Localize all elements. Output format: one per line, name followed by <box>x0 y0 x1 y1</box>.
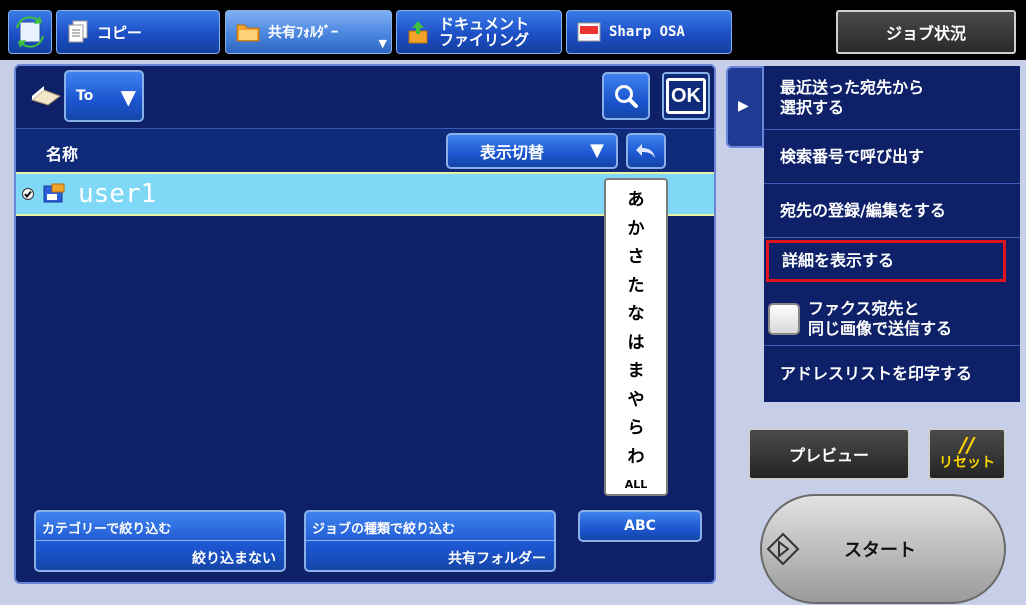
menu-item-label: 詳細を表示する <box>782 250 895 270</box>
checked-icon <box>22 188 34 200</box>
job-status-button[interactable]: ジョブ状況 <box>836 10 1016 54</box>
menu-item-label: 同じ画像で送信する <box>808 318 953 338</box>
menu-item-label: 検索番号で呼び出す <box>780 146 925 166</box>
job-type-filter-divider <box>306 540 554 541</box>
menu-item-recent-destinations[interactable]: 最近送った宛先から 選択する <box>764 66 1020 130</box>
kana-index-item[interactable]: な <box>628 300 645 329</box>
action-menu: ▶ 最近送った宛先から 選択する 検索番号で呼び出す 宛先の登録/編集をする 詳… <box>726 66 1020 402</box>
menu-item-fax-same-image[interactable]: ファクス宛先と 同じ画像で送信する <box>764 292 1020 346</box>
start-label: スタート <box>844 540 916 561</box>
job-type-filter-title: ジョブの種類で絞り込む <box>312 522 456 537</box>
menu-item-search-number[interactable]: 検索番号で呼び出す <box>764 130 1020 184</box>
kana-index-item[interactable]: ら <box>628 414 645 443</box>
destination-type-select[interactable]: To ▼ <box>64 70 144 122</box>
reset-button[interactable]: // リセット <box>928 428 1006 480</box>
fax-same-image-checkbox[interactable] <box>768 302 800 335</box>
dropdown-arrow-icon: ▼ <box>378 37 387 50</box>
view-switch-button[interactable]: 表示切替 ▼ <box>446 133 618 169</box>
destination-type-label: To <box>76 88 94 104</box>
list-item-name: user1 <box>78 179 157 209</box>
category-filter-divider <box>36 540 284 541</box>
kana-index: あ か さ た な は ま や ら わ ALL <box>604 178 668 496</box>
tab-copy-label: コピー <box>97 23 143 42</box>
menu-item-label: 宛先の登録/編集をする <box>780 200 946 220</box>
job-type-filter-value: 共有フォルダー <box>448 551 546 567</box>
tab-document-filing-label-2: ファイリング <box>439 31 530 49</box>
kana-index-item[interactable]: ま <box>628 357 645 386</box>
category-filter-value: 絞り込まない <box>192 551 276 567</box>
reset-label: リセット <box>939 455 995 471</box>
view-switch-label: 表示切替 <box>480 143 545 162</box>
menu-item-label: 最近送った宛先から <box>780 77 925 97</box>
kana-index-all[interactable]: ALL <box>625 471 648 500</box>
kana-index-item[interactable]: か <box>628 215 645 244</box>
job-type-filter-button[interactable]: ジョブの種類で絞り込む 共有フォルダー <box>304 510 556 572</box>
list-header: 名称 表示切替 ▼ <box>16 128 714 172</box>
copy-icon <box>68 20 88 43</box>
reset-icon: // <box>959 433 975 457</box>
kana-index-item[interactable]: や <box>628 386 645 415</box>
preview-label: プレビュー <box>788 446 869 465</box>
dropdown-arrow-icon: ▼ <box>120 85 136 109</box>
menu-item-label: アドレスリストを印字する <box>780 364 973 383</box>
search-button[interactable] <box>602 72 650 120</box>
document-filing-icon <box>408 21 428 44</box>
abc-label: ABC <box>624 518 656 534</box>
dropdown-arrow-icon: ▼ <box>590 140 604 161</box>
tab-sharp-osa[interactable]: Sharp OSA <box>566 10 732 54</box>
sort-order-button[interactable] <box>626 133 666 169</box>
kana-index-item[interactable]: た <box>628 272 645 301</box>
category-filter-title: カテゴリーで絞り込む <box>42 522 172 537</box>
ok-label: OK <box>666 78 706 114</box>
name-column-header: 名称 <box>46 145 79 164</box>
menu-item-label: ファクス宛先と <box>808 298 920 318</box>
job-status-label: ジョブ状況 <box>885 24 966 43</box>
menu-collapse-handle[interactable]: ▶ <box>726 66 764 148</box>
folder-icon <box>236 24 260 42</box>
start-button[interactable]: スタート <box>760 494 1006 604</box>
kana-index-item[interactable]: さ <box>628 243 645 272</box>
mode-switch-button[interactable] <box>8 10 52 54</box>
tab-shared-folder-label: 共有ﾌｫﾙﾀﾞｰ <box>268 25 338 41</box>
address-book-icon <box>30 86 62 106</box>
ok-button[interactable]: OK <box>662 72 710 120</box>
tab-document-filing[interactable]: ドキュメント ファイリング <box>396 10 562 54</box>
undo-icon <box>636 144 655 158</box>
menu-item-register-edit[interactable]: 宛先の登録/編集をする <box>764 184 1020 238</box>
tab-shared-folder[interactable]: 共有ﾌｫﾙﾀﾞｰ ▼ <box>225 10 392 54</box>
address-toolbar: To ▼ OK <box>16 66 714 128</box>
osa-icon <box>577 22 601 42</box>
collapse-arrow-icon: ▶ <box>738 98 749 114</box>
mode-switch-icon <box>16 16 44 48</box>
preview-button[interactable]: プレビュー <box>748 428 910 480</box>
tab-copy[interactable]: コピー <box>56 10 220 54</box>
search-icon <box>615 85 638 108</box>
tab-document-filing-label-1: ドキュメント <box>439 15 530 33</box>
top-bar: コピー 共有ﾌｫﾙﾀﾞｰ ▼ ドキュメント ファイリング Sharp OSA ジ… <box>0 0 1026 62</box>
abc-button[interactable]: ABC <box>578 510 702 542</box>
kana-index-item[interactable]: わ <box>628 443 645 472</box>
start-icon <box>766 532 800 566</box>
menu-item-show-detail[interactable]: 詳細を表示する <box>766 240 1006 282</box>
kana-index-item[interactable]: あ <box>628 186 645 215</box>
menu-item-label: 選択する <box>780 97 845 117</box>
menu-item-print-address-list[interactable]: アドレスリストを印字する <box>764 346 1020 402</box>
kana-index-item[interactable]: は <box>628 329 645 358</box>
action-menu-list: 最近送った宛先から 選択する 検索番号で呼び出す 宛先の登録/編集をする 詳細を… <box>764 66 1020 402</box>
shared-folder-entry-icon <box>43 183 65 203</box>
tab-sharp-osa-label: Sharp OSA <box>609 24 685 40</box>
category-filter-button[interactable]: カテゴリーで絞り込む 絞り込まない <box>34 510 286 572</box>
